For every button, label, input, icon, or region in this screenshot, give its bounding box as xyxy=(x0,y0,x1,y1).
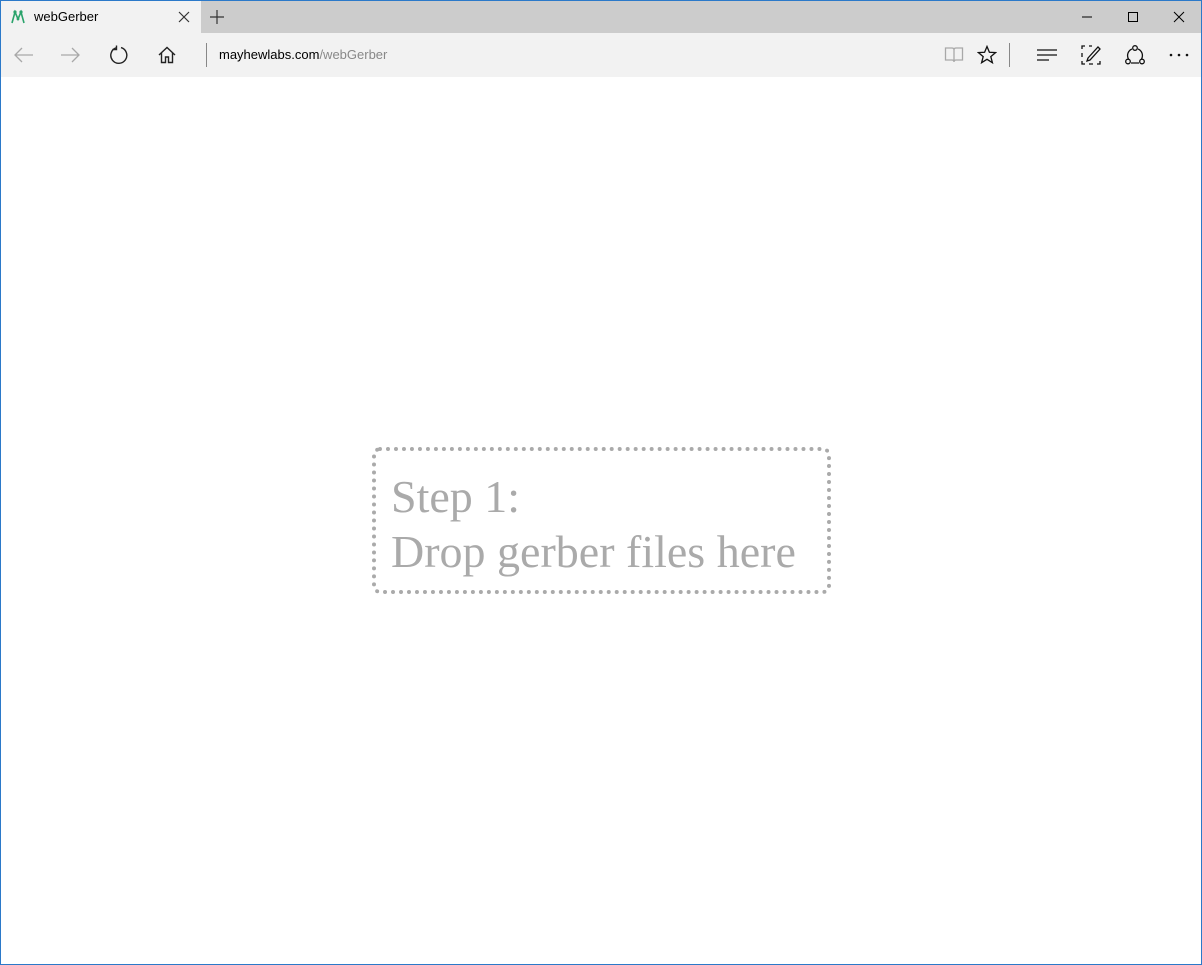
tab-strip: webGerber xyxy=(1,1,1201,33)
address-separator xyxy=(206,43,207,67)
home-button[interactable] xyxy=(144,33,190,77)
share-button[interactable] xyxy=(1112,33,1158,77)
reading-view-icon xyxy=(944,47,964,63)
hub-icon xyxy=(1037,49,1057,61)
address-bar[interactable]: mayhewlabs.com/webGerber xyxy=(219,47,387,63)
back-arrow-icon xyxy=(14,47,33,63)
address-host: mayhewlabs.com xyxy=(219,47,320,62)
home-icon xyxy=(158,46,176,64)
new-tab-plus-icon[interactable] xyxy=(209,9,225,25)
refresh-icon xyxy=(110,45,128,64)
browser-window: webGerber mayhewlabs.com/webGerber Step … xyxy=(0,0,1202,965)
favorite-button[interactable] xyxy=(964,33,1010,77)
web-note-button[interactable] xyxy=(1068,33,1114,77)
more-icon xyxy=(1169,53,1189,57)
gerber-dropzone[interactable]: Step 1: Drop gerber files here xyxy=(372,447,831,594)
webgerber-favicon-icon xyxy=(11,9,25,24)
minimize-icon xyxy=(1082,16,1092,18)
star-icon xyxy=(977,45,997,65)
address-path: /webGerber xyxy=(319,47,388,62)
forward-button[interactable] xyxy=(47,33,93,77)
dropzone-instruction: Drop gerber files here xyxy=(391,526,796,577)
refresh-button[interactable] xyxy=(96,33,142,77)
minimize-button[interactable] xyxy=(1064,1,1110,33)
dropzone-step-label: Step 1: xyxy=(391,471,521,522)
more-button[interactable] xyxy=(1156,33,1201,77)
hub-button[interactable] xyxy=(1024,33,1070,77)
page-content: Step 1: Drop gerber files here xyxy=(1,77,1201,964)
tab-title: webGerber xyxy=(34,9,99,24)
maximize-icon xyxy=(1128,12,1138,22)
close-icon xyxy=(1173,11,1185,23)
forward-arrow-icon xyxy=(61,47,80,63)
close-window-button[interactable] xyxy=(1156,1,1201,33)
navigation-bar: mayhewlabs.com/webGerber xyxy=(1,33,1201,77)
back-button[interactable] xyxy=(1,33,47,77)
tab-close-icon[interactable] xyxy=(177,10,191,24)
tab-webgerber[interactable]: webGerber xyxy=(1,1,201,33)
web-note-icon xyxy=(1081,45,1101,65)
maximize-button[interactable] xyxy=(1110,1,1156,33)
toolbar-separator xyxy=(1009,43,1010,67)
share-icon xyxy=(1125,45,1145,65)
